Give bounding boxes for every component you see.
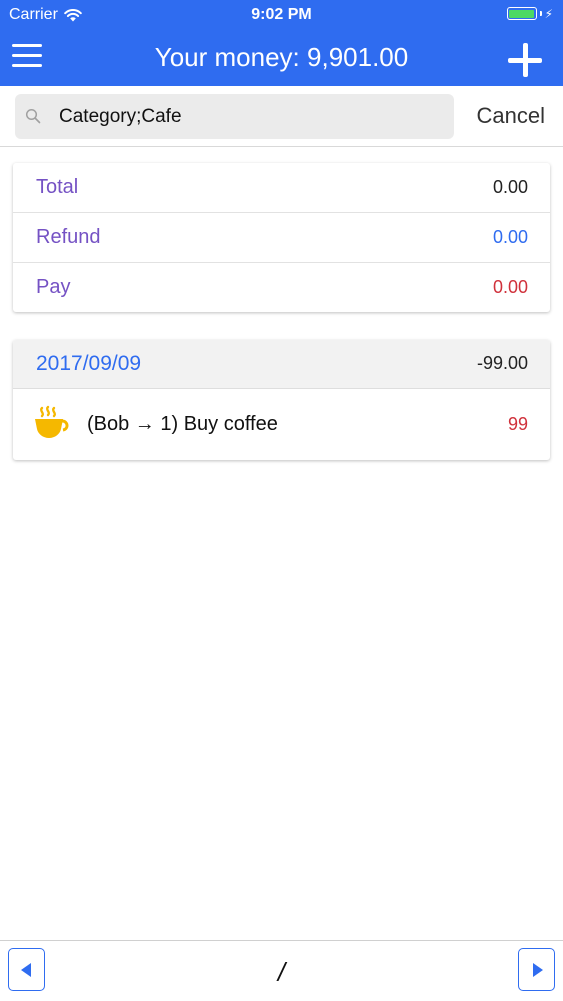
- transaction-description: (Bob → 1) Buy coffee: [87, 413, 278, 435]
- battery-level: [509, 9, 535, 18]
- summary-label: Total: [36, 176, 79, 198]
- summary-label: Refund: [36, 226, 101, 248]
- summary-value: 0.00: [492, 177, 528, 197]
- search-input[interactable]: [59, 94, 439, 139]
- summary-value: 0.00: [492, 227, 528, 247]
- next-page-button[interactable]: [518, 948, 555, 991]
- cancel-button[interactable]: Cancel: [477, 103, 545, 129]
- summary-row-pay: Pay 0.00: [13, 263, 550, 312]
- summary-card: Total 0.00 Refund 0.00 Pay 0.00: [13, 163, 550, 312]
- add-transaction-button[interactable]: [507, 42, 543, 78]
- day-total: -99.00: [476, 353, 528, 373]
- page-title: Your money: 9,901.00: [154, 42, 409, 72]
- search-icon: [25, 108, 41, 129]
- search-bar: Cancel: [0, 86, 563, 147]
- day-date: 2017/09/09: [36, 352, 142, 375]
- status-bar: Carrier 9:02 PM ⚡: [0, 0, 563, 30]
- battery-body: [506, 7, 537, 20]
- day-header: 2017/09/09 -99.00: [13, 340, 550, 389]
- search-field[interactable]: [15, 94, 454, 139]
- transaction-row[interactable]: (Bob → 1) Buy coffee 99: [13, 389, 550, 460]
- navigation-bar: Your money: 9,901.00: [0, 30, 563, 86]
- top-bar: Carrier 9:02 PM ⚡ Your money: 9,901.00: [0, 0, 563, 86]
- summary-value: 0.00: [492, 277, 528, 297]
- summary-row-total: Total 0.00: [13, 163, 550, 213]
- transaction-amount: 99: [507, 414, 528, 434]
- summary-row-refund: Refund 0.00: [13, 213, 550, 263]
- pagination-bar: /: [0, 940, 563, 1001]
- page-indicator: /: [277, 957, 286, 987]
- summary-label: Pay: [36, 276, 71, 298]
- charging-bolt-icon: ⚡: [544, 6, 553, 21]
- clock: 9:02 PM: [251, 6, 312, 23]
- coffee-icon: [33, 405, 71, 446]
- battery-icon: ⚡: [506, 6, 553, 21]
- day-group-card: 2017/09/09 -99.00 (Bob → 1) Buy coffee 9…: [13, 340, 550, 460]
- triangle-right-icon: [533, 963, 543, 977]
- battery-cap: [539, 11, 542, 16]
